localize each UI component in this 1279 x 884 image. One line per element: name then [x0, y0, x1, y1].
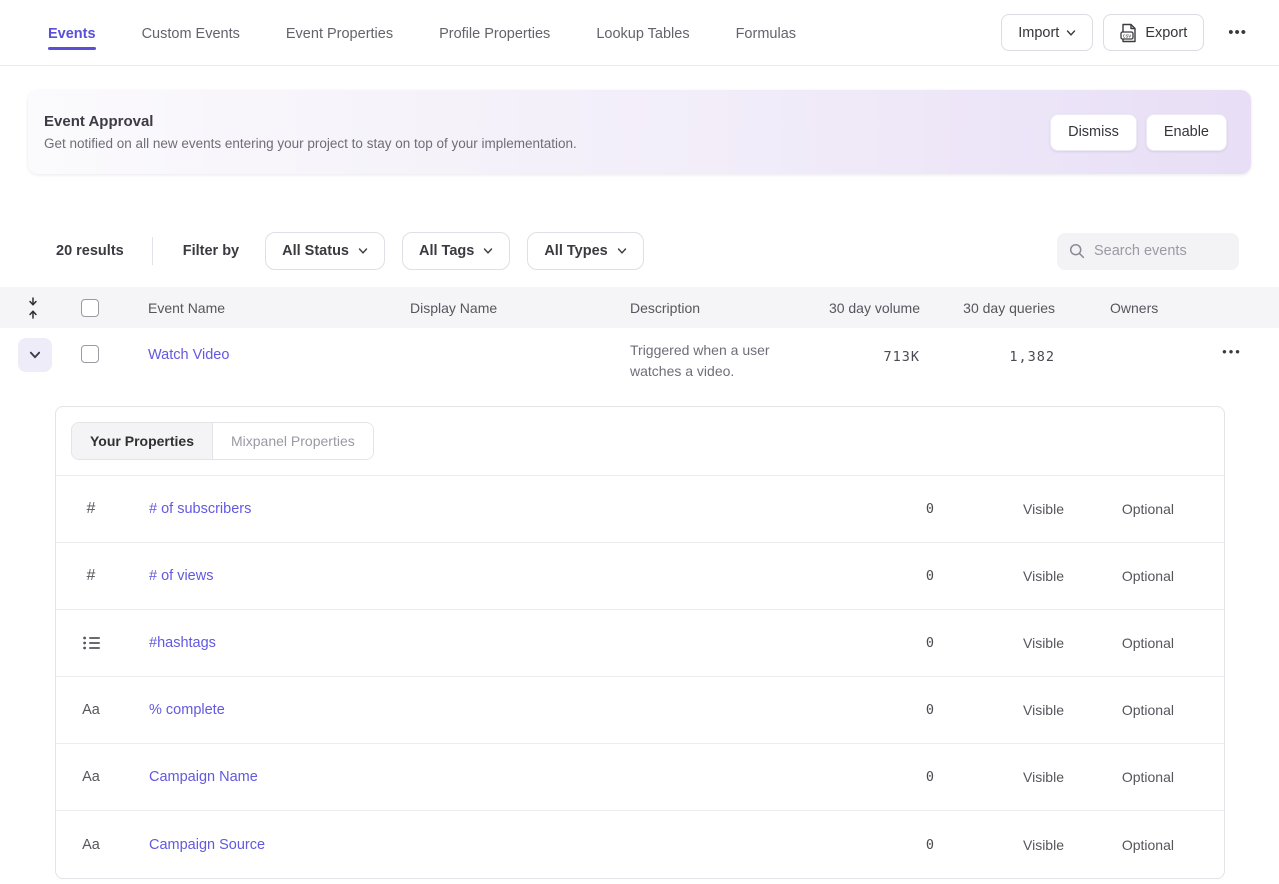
svg-text:csv: csv — [1123, 33, 1132, 39]
filter-row: 20 results Filter by All Status All Tags… — [56, 232, 1259, 270]
text-icon: Aa — [82, 837, 100, 853]
export-button[interactable]: csv Export — [1103, 14, 1204, 51]
table-row: Watch Video Triggered when a user watche… — [0, 328, 1279, 390]
property-volume: 0 — [824, 837, 934, 853]
tab-profile-properties[interactable]: Profile Properties — [439, 4, 550, 62]
search-icon — [1069, 243, 1085, 259]
nav-more-button[interactable]: ••• — [1220, 18, 1255, 47]
property-row: Aa Campaign Source 0 Visible Optional — [56, 811, 1224, 878]
number-icon: # — [87, 500, 96, 518]
column-header-description[interactable]: Description — [590, 300, 780, 316]
tags-filter-label: All Tags — [419, 243, 474, 259]
column-header-event-name[interactable]: Event Name — [114, 300, 370, 316]
tab-lookup-tables[interactable]: Lookup Tables — [596, 4, 689, 62]
property-volume: 0 — [824, 702, 934, 718]
search-box — [1057, 233, 1239, 270]
chevron-down-icon — [358, 246, 368, 256]
column-header-volume[interactable]: 30 day volume — [780, 300, 920, 316]
nav-tabs: Events Custom Events Event Properties Pr… — [48, 4, 1001, 62]
status-filter-dropdown[interactable]: All Status — [265, 232, 385, 270]
collapse-row-button[interactable] — [18, 338, 52, 372]
property-requirement: Optional — [1064, 837, 1174, 853]
property-visibility: Visible — [934, 568, 1064, 584]
property-name-link[interactable]: Campaign Name — [126, 769, 824, 785]
column-header-queries[interactable]: 30 day queries — [920, 300, 1055, 316]
event-approval-banner: Event Approval Get notified on all new e… — [28, 90, 1251, 174]
property-row: Aa % complete 0 Visible Optional — [56, 677, 1224, 744]
chevron-down-icon — [29, 349, 41, 361]
collapse-all-icon[interactable] — [26, 297, 40, 319]
property-name-link[interactable]: #hashtags — [126, 635, 824, 651]
property-row: # # of subscribers 0 Visible Optional — [56, 476, 1224, 543]
tab-formulas[interactable]: Formulas — [736, 4, 796, 62]
property-volume: 0 — [824, 568, 934, 584]
number-icon: # — [87, 567, 96, 585]
csv-file-icon: csv — [1120, 23, 1138, 43]
tags-filter-dropdown[interactable]: All Tags — [402, 232, 510, 270]
property-requirement: Optional — [1064, 568, 1174, 584]
import-button-label: Import — [1018, 25, 1059, 41]
select-all-checkbox[interactable] — [81, 299, 99, 317]
filter-by-label: Filter by — [183, 243, 239, 259]
column-header-display-name[interactable]: Display Name — [370, 300, 590, 316]
nav-actions: Import csv Export ••• — [1001, 14, 1255, 51]
status-filter-label: All Status — [282, 243, 349, 259]
property-requirement: Optional — [1064, 635, 1174, 651]
table-header: Event Name Display Name Description 30 d… — [0, 287, 1279, 328]
chevron-down-icon — [617, 246, 627, 256]
chevron-down-icon — [483, 246, 493, 256]
property-name-link[interactable]: Campaign Source — [126, 837, 824, 853]
banner-actions: Dismiss Enable — [1050, 114, 1227, 151]
chevron-down-icon — [1066, 28, 1076, 38]
properties-tab-bar: Your Properties Mixpanel Properties — [56, 407, 1224, 476]
properties-panel: Your Properties Mixpanel Properties # # … — [55, 406, 1225, 879]
tab-events[interactable]: Events — [48, 4, 96, 62]
property-visibility: Visible — [934, 635, 1064, 651]
enable-button[interactable]: Enable — [1146, 114, 1227, 151]
property-volume: 0 — [824, 501, 934, 517]
results-count: 20 results — [56, 243, 124, 259]
event-description: Triggered when a user watches a video. — [590, 340, 775, 382]
property-volume: 0 — [824, 635, 934, 651]
tab-custom-events[interactable]: Custom Events — [142, 4, 240, 62]
top-nav: Events Custom Events Event Properties Pr… — [0, 0, 1279, 66]
event-queries: 1,382 — [920, 349, 1055, 365]
export-button-label: Export — [1145, 25, 1187, 41]
property-visibility: Visible — [934, 702, 1064, 718]
property-name-link[interactable]: # of subscribers — [126, 501, 824, 517]
tab-event-properties[interactable]: Event Properties — [286, 4, 393, 62]
list-icon — [83, 636, 100, 650]
property-row: # # of views 0 Visible Optional — [56, 543, 1224, 610]
tab-your-properties[interactable]: Your Properties — [72, 423, 213, 459]
properties-segmented-control: Your Properties Mixpanel Properties — [71, 422, 374, 460]
types-filter-dropdown[interactable]: All Types — [527, 232, 643, 270]
property-name-link[interactable]: # of views — [126, 568, 824, 584]
property-volume: 0 — [824, 769, 934, 785]
property-requirement: Optional — [1064, 501, 1174, 517]
property-visibility: Visible — [934, 837, 1064, 853]
dismiss-button[interactable]: Dismiss — [1050, 114, 1137, 151]
property-row: Aa Campaign Name 0 Visible Optional — [56, 744, 1224, 811]
property-requirement: Optional — [1064, 702, 1174, 718]
column-header-owners[interactable]: Owners — [1055, 300, 1185, 316]
row-checkbox[interactable] — [81, 345, 99, 363]
property-visibility: Visible — [934, 501, 1064, 517]
event-name-link[interactable]: Watch Video — [114, 347, 370, 363]
banner-text: Event Approval Get notified on all new e… — [44, 113, 1050, 151]
search-input[interactable] — [1094, 243, 1224, 259]
event-volume: 713K — [780, 349, 920, 365]
property-requirement: Optional — [1064, 769, 1174, 785]
divider — [152, 237, 153, 265]
types-filter-label: All Types — [544, 243, 607, 259]
banner-subtitle: Get notified on all new events entering … — [44, 136, 1050, 151]
property-name-link[interactable]: % complete — [126, 702, 824, 718]
tab-mixpanel-properties[interactable]: Mixpanel Properties — [213, 423, 373, 459]
property-visibility: Visible — [934, 769, 1064, 785]
property-row: #hashtags 0 Visible Optional — [56, 610, 1224, 677]
text-icon: Aa — [82, 769, 100, 785]
banner-title: Event Approval — [44, 113, 1050, 130]
text-icon: Aa — [82, 702, 100, 718]
import-button[interactable]: Import — [1001, 14, 1093, 51]
row-menu-button[interactable]: ••• — [1222, 344, 1242, 359]
